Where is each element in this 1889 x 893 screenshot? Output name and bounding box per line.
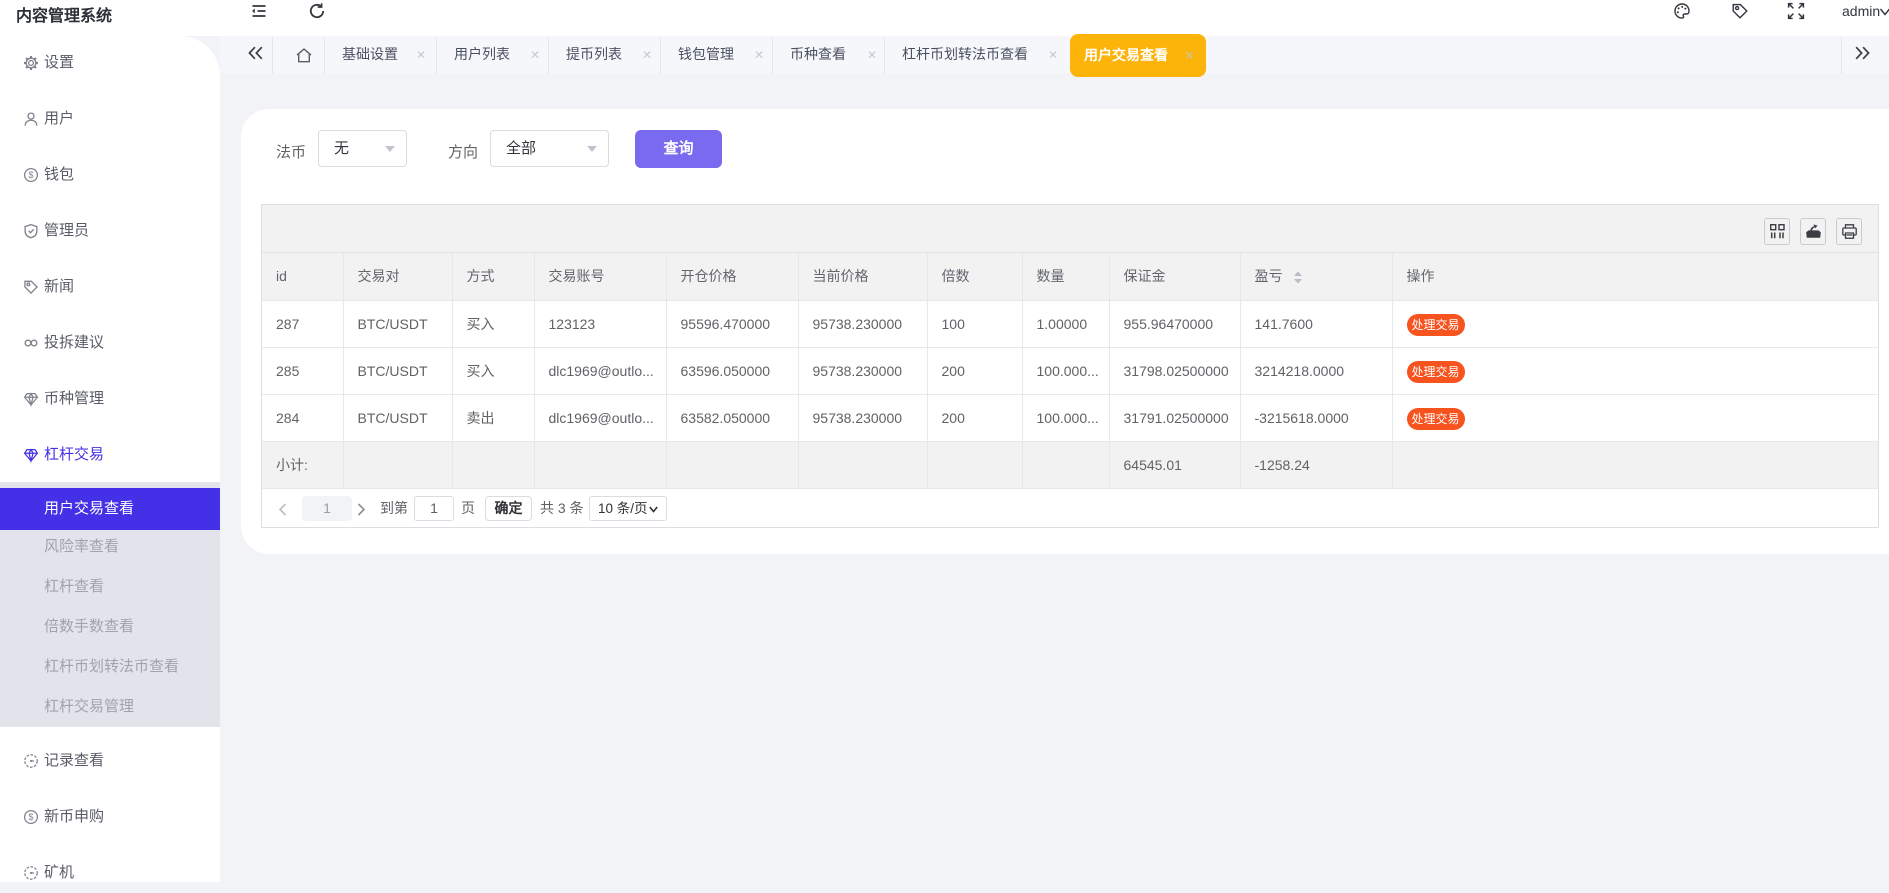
svg-text:$: $ xyxy=(29,170,34,180)
svg-text:$: $ xyxy=(29,812,34,822)
